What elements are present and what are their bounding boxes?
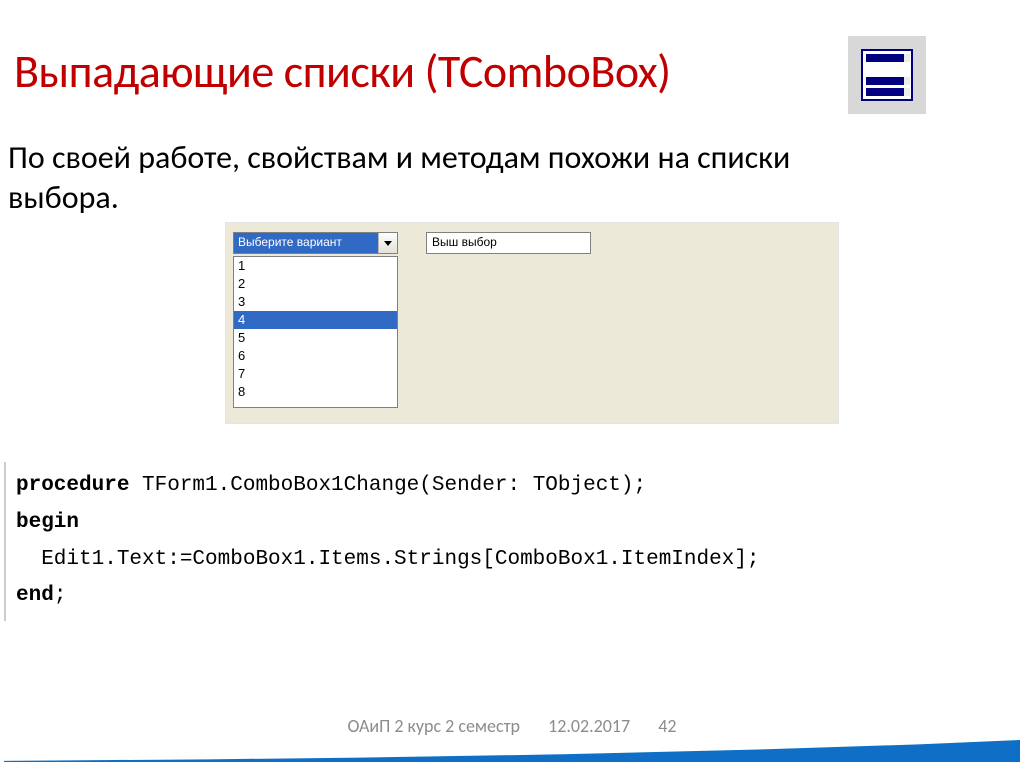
list-item[interactable]: 7: [234, 365, 397, 383]
list-item[interactable]: 5: [234, 329, 397, 347]
code-text: TForm1.ComboBox1Change(Sender: TObject);: [129, 474, 646, 497]
code-block: procedure TForm1.ComboBox1Change(Sender:…: [4, 462, 1024, 621]
dropdown-list[interactable]: 12345678: [233, 256, 398, 408]
combobox[interactable]: Выберите вариант: [233, 232, 398, 254]
chevron-down-icon: [384, 241, 392, 246]
code-keyword-begin: begin: [16, 511, 79, 534]
edit-field[interactable]: Выш выбор: [426, 232, 591, 254]
footer-date: 12.02.2017: [548, 715, 630, 737]
code-keyword-procedure: procedure: [16, 474, 129, 497]
footer-page-number: 42: [658, 715, 676, 737]
combobox-dropdown-button[interactable]: [378, 233, 397, 253]
code-keyword-end: end: [16, 584, 54, 607]
list-item[interactable]: 6: [234, 347, 397, 365]
combobox-glyph-frame: [848, 36, 926, 114]
combobox-icon: [861, 49, 913, 101]
footer-course: ОАиП 2 курс 2 семестр: [348, 715, 521, 737]
slide-footer: ОАиП 2 курс 2 семестр 12.02.2017 42: [0, 715, 1024, 737]
slide-title: Выпадающие списки (TComboBox): [14, 48, 671, 96]
code-text: ;: [54, 584, 67, 607]
ui-panel: Выберите вариант Выш выбор 12345678: [225, 222, 839, 424]
list-item[interactable]: 1: [234, 257, 397, 275]
list-item[interactable]: 8: [234, 383, 397, 401]
code-text: Edit1.Text:=ComboBox1.Items.Strings[Comb…: [16, 548, 760, 571]
slide-subtitle: По своей работе, свойствам и методам пох…: [8, 138, 888, 218]
accent-swoosh: [4, 740, 1020, 762]
list-item[interactable]: 4: [234, 311, 397, 329]
combobox-selected-text: Выберите вариант: [234, 233, 378, 253]
slide-title-row: Выпадающие списки (TComboBox): [14, 48, 671, 96]
list-item[interactable]: 2: [234, 275, 397, 293]
list-item[interactable]: 3: [234, 293, 397, 311]
